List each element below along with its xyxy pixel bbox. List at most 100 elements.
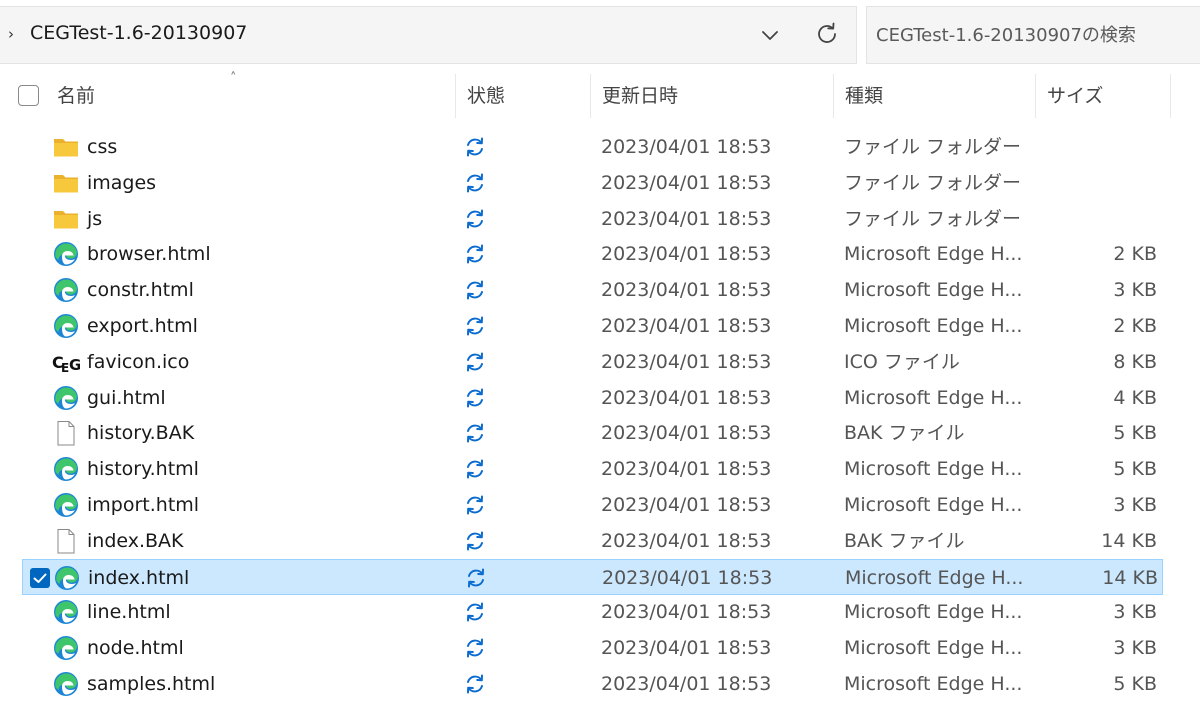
file-size: 3 KB — [1113, 637, 1157, 660]
file-size — [1022, 201, 1157, 237]
checkmark-icon — [33, 573, 47, 583]
file-row[interactable]: browser.html 2023/04/01 18:53 Microsoft Ed… — [22, 236, 1163, 272]
file-size: 5 KB — [1113, 422, 1157, 445]
column-header-type[interactable]: 種類 — [834, 72, 1035, 120]
file-modified-date: 2023/04/01 18:53 — [601, 458, 772, 481]
file-type: Microsoft Edge H... — [844, 243, 1023, 266]
file-icon — [57, 528, 75, 554]
file-row[interactable]: C E G favicon.ico 2023/04/01 18:53 ICO ファイル 8 … — [22, 344, 1163, 380]
file-size: 14 KB — [1101, 529, 1157, 552]
breadcrumb-chevron-icon[interactable]: › — [8, 25, 14, 43]
file-row[interactable]: gui.html 2023/04/01 18:53 Microsoft Edge H… — [22, 380, 1163, 416]
file-type: Microsoft Edge H... — [844, 494, 1023, 516]
search-box[interactable] — [866, 6, 1200, 64]
folder-icon — [54, 139, 78, 157]
folder-icon — [54, 210, 78, 229]
file-modified-date: 2023/04/01 18:53 — [601, 207, 772, 230]
row-checkbox[interactable] — [30, 567, 50, 588]
file-type: ICO ファイル — [844, 350, 960, 373]
edge-icon — [54, 493, 78, 517]
edge-icon — [54, 600, 78, 625]
file-size: 2 KB — [1113, 243, 1157, 266]
edge-icon — [54, 385, 78, 410]
file-type: Microsoft Edge H... — [844, 673, 1023, 695]
file-row[interactable]: js 2023/04/01 18:53 ファイル フォルダー — [22, 201, 1163, 237]
file-modified-date: 2023/04/01 18:53 — [601, 601, 772, 624]
column-header-modified[interactable]: 更新日時 — [591, 72, 833, 120]
file-name[interactable]: history.html — [87, 451, 199, 487]
sync-status-icon — [467, 137, 483, 157]
search-input[interactable] — [867, 7, 1200, 63]
file-modified-date: 2023/04/01 18:53 — [601, 673, 772, 695]
file-row[interactable]: constr.html 2023/04/01 18:53 Microsoft Edg… — [22, 272, 1163, 308]
breadcrumb-current-folder[interactable]: CEGTest-1.6-20130907 — [30, 22, 247, 44]
file-size: 2 KB — [1113, 315, 1157, 337]
file-name[interactable]: gui.html — [87, 380, 166, 416]
file-modified-date: 2023/04/01 18:53 — [602, 566, 773, 589]
file-name[interactable]: images — [87, 165, 156, 201]
file-row[interactable]: node.html 2023/04/01 18:53 Microsoft Edge … — [22, 630, 1163, 666]
file-name[interactable]: node.html — [87, 630, 184, 666]
column-header-size[interactable]: サイズ — [1036, 72, 1170, 120]
file-type: Microsoft Edge H... — [844, 637, 1023, 660]
file-row[interactable]: history.BAK 2023/04/01 18:53 BAK ファイル 5 KB — [22, 415, 1163, 451]
edge-icon — [54, 672, 78, 696]
edge-icon — [55, 565, 79, 590]
file-name[interactable]: favicon.ico — [87, 344, 189, 380]
file-name[interactable]: css — [87, 129, 117, 165]
file-name[interactable]: history.BAK — [87, 415, 194, 451]
select-all-checkbox[interactable] — [18, 85, 39, 106]
file-row[interactable]: export.html 2023/04/01 18:53 Microsoft Edg… — [22, 308, 1163, 344]
file-name[interactable]: browser.html — [87, 236, 211, 272]
sync-status-icon — [467, 316, 483, 336]
file-name[interactable]: index.html — [88, 560, 189, 596]
file-type: Microsoft Edge H... — [844, 601, 1023, 624]
file-type: ファイル フォルダー — [844, 136, 1022, 158]
address-bar[interactable]: › CEGTest-1.6-20130907 — [0, 6, 857, 64]
file-modified-date: 2023/04/01 18:53 — [601, 529, 772, 552]
file-name[interactable]: import.html — [87, 487, 199, 523]
file-type: Microsoft Edge H... — [844, 279, 1023, 302]
file-row[interactable]: css 2023/04/01 18:53 ファイル フォルダー — [22, 129, 1163, 165]
column-header-name[interactable]: 名前 — [46, 72, 455, 120]
file-type: ファイル フォルダー — [844, 207, 1022, 230]
file-row[interactable]: import.html 2023/04/01 18:53 Microsoft Edg… — [22, 487, 1163, 523]
sync-status-icon — [467, 602, 483, 622]
file-row[interactable]: history.html 2023/04/01 18:53 Microsoft Ed… — [22, 451, 1163, 487]
file-name[interactable]: constr.html — [87, 272, 194, 308]
file-name[interactable]: index.BAK — [87, 523, 184, 559]
file-row[interactable]: index.BAK 2023/04/01 18:53 BAK ファイル 14 KB — [22, 523, 1163, 559]
file-name[interactable]: js — [87, 201, 102, 237]
file-row[interactable]: images 2023/04/01 18:53 ファイル フォルダー — [22, 165, 1163, 201]
file-size: 5 KB — [1113, 673, 1157, 695]
file-name[interactable]: samples.html — [87, 666, 215, 702]
file-name[interactable]: export.html — [87, 308, 198, 344]
edge-icon — [54, 457, 78, 482]
file-size: 3 KB — [1113, 279, 1157, 302]
sync-status-icon — [467, 495, 483, 515]
column-divider[interactable] — [1170, 74, 1171, 118]
file-type: Microsoft Edge H... — [844, 315, 1023, 337]
file-type: BAK ファイル — [844, 422, 965, 445]
file-name[interactable]: line.html — [87, 594, 171, 630]
chevron-down-icon[interactable] — [756, 21, 784, 49]
file-type: Microsoft Edge H... — [845, 566, 1024, 589]
file-row[interactable]: index.html 2023/04/01 18:53 Microsoft Edge… — [22, 558, 1163, 596]
sync-status-icon — [467, 352, 483, 372]
column-header-status[interactable]: 状態 — [456, 72, 590, 120]
folder-icon — [54, 174, 78, 193]
file-modified-date: 2023/04/01 18:53 — [601, 386, 772, 409]
refresh-icon[interactable] — [812, 19, 842, 49]
file-type: BAK ファイル — [844, 529, 965, 552]
file-row[interactable]: line.html 2023/04/01 18:53 Microsoft Edge … — [22, 594, 1163, 630]
sync-status-icon — [467, 674, 483, 694]
edge-icon — [54, 314, 78, 338]
file-size: 3 KB — [1113, 494, 1157, 516]
sync-status-icon — [467, 531, 483, 551]
sync-status-icon — [467, 423, 483, 443]
file-row[interactable]: samples.html 2023/04/01 18:53 Microsoft Ed… — [22, 666, 1163, 702]
sync-status-icon — [468, 568, 484, 588]
sync-status-icon — [467, 280, 483, 300]
file-type: Microsoft Edge H... — [844, 458, 1023, 481]
file-size — [1022, 165, 1157, 201]
